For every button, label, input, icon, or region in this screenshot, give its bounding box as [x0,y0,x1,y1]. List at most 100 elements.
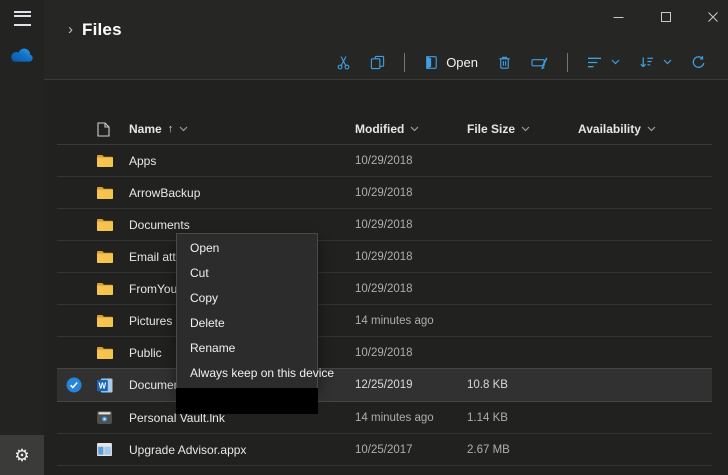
table-row[interactable]: Upgrade Advisor.appx 10/25/2017 2.67 MB [57,434,712,466]
file-name: FromYour [129,281,182,296]
window-controls [595,6,728,28]
table-row[interactable]: Email atta 10/29/2018 [57,241,712,273]
table-body: Apps 10/29/2018 ArrowBackup 10/29/2018 D… [57,145,712,466]
refresh-button[interactable] [691,55,706,70]
folder-icon [97,145,113,176]
redacted-area [176,388,318,414]
file-name: Upgrade Advisor.appx [129,442,247,457]
file-list: Name ↑ Modified File Size Availability A… [57,114,712,466]
file-type-column-icon [97,114,110,144]
folder-icon [97,209,113,240]
sort-button[interactable] [639,55,672,69]
folder-icon [97,241,113,272]
table-row[interactable]: W Documen 12/25/2019 10.8 KB [57,368,712,402]
folder-icon [97,177,113,208]
breadcrumb-chevron-icon[interactable]: › [68,22,73,37]
cut-button[interactable] [336,55,351,70]
folder-icon [97,305,113,336]
minimize-icon [613,16,624,18]
breadcrumb: › Files [68,20,122,40]
file-modified: 10/29/2018 [355,186,413,199]
context-menu-item-copy[interactable]: Copy [177,286,317,311]
appx-icon [97,434,112,465]
folder-icon [97,273,113,304]
table-row[interactable]: Apps 10/29/2018 [57,145,712,177]
file-modified: 14 minutes ago [355,314,434,327]
file-modified: 10/29/2018 [355,346,413,359]
header-region: › Files Open [44,0,728,80]
file-size: 1.14 KB [467,411,508,424]
file-name: ArrowBackup [129,185,201,200]
copy-button[interactable] [370,55,385,70]
table-row[interactable]: Pictures 14 minutes ago [57,305,712,337]
chevron-down-icon [410,126,419,132]
column-header-file-size[interactable]: File Size [467,114,530,144]
selected-check-icon[interactable] [66,377,82,393]
file-name: Public [129,345,162,360]
open-button[interactable]: Open [424,55,478,70]
trash-icon [499,56,510,69]
hamburger-icon [13,10,31,26]
sort-icon [640,57,654,68]
context-menu-item-rename[interactable]: Rename [177,336,317,361]
gear-icon: ⚙ [14,445,30,465]
page-title: Files [82,20,122,39]
file-name: Pictures [129,313,173,328]
file-modified: 10/29/2018 [355,154,413,167]
file-modified: 10/25/2017 [355,443,413,456]
table-row[interactable]: Documents 10/29/2018 [57,209,712,241]
maximize-button[interactable] [642,6,689,28]
file-modified: 10/29/2018 [355,282,413,295]
sidebar-item-onedrive[interactable] [0,36,44,72]
folder-icon [97,337,113,368]
maximize-icon [660,12,671,22]
context-menu: Open Cut Copy Delete Rename Always keep on th… [176,233,334,389]
table-row[interactable]: Public 10/29/2018 [57,337,712,369]
context-menu-item-open[interactable]: Open [177,236,317,261]
file-modified: 10/29/2018 [355,218,413,231]
table-row[interactable]: Personal Vault.lnk 14 minutes ago 1.14 K… [57,402,712,434]
minimize-button[interactable] [595,6,642,28]
open-button-label: Open [446,54,478,70]
delete-button[interactable] [497,55,512,70]
document-icon [97,121,110,137]
file-modified: 10/29/2018 [355,250,413,263]
svg-text:W: W [99,381,107,390]
column-header-modified[interactable]: Modified [355,114,419,144]
context-menu-item-cut[interactable]: Cut [177,261,317,286]
table-row[interactable]: ArrowBackup 10/29/2018 [57,177,712,209]
file-name: Apps [129,153,157,168]
vault-icon [97,402,112,433]
file-name: Documen [129,378,181,392]
view-options-button[interactable] [587,56,620,69]
rename-button[interactable] [531,55,548,70]
chevron-down-icon [611,59,620,65]
hamburger-menu-button[interactable] [0,0,44,36]
file-modified: 12/25/2019 [355,379,413,391]
file-name: Email atta [129,249,183,264]
onedrive-cloud-icon [11,48,33,62]
open-icon [426,55,437,69]
column-header-availability[interactable]: Availability [578,114,656,144]
copy-icon [371,55,385,69]
sidebar-item-settings[interactable]: ⚙ [0,435,44,475]
file-size: 2.67 MB [467,443,510,456]
word-icon: W [97,369,113,401]
context-menu-item-always-keep-on-this-device[interactable]: Always keep on this device [177,361,334,386]
chevron-down-icon [179,126,188,132]
close-button[interactable] [689,6,728,28]
chevron-down-icon [663,59,672,65]
file-size: 10.8 KB [467,379,508,391]
nav-rail: ⚙ [0,0,44,475]
table-row[interactable]: FromYour 10/29/2018 [57,273,712,305]
column-header-name[interactable]: Name ↑ [129,114,188,144]
table-header: Name ↑ Modified File Size Availability [57,114,712,145]
file-modified: 14 minutes ago [355,411,434,424]
onedrive-window: ⚙ › Files Open Name ↑ Modified File Size… [0,0,728,475]
chevron-down-icon [647,126,656,132]
toolbar-separator [404,52,406,72]
cut-icon [337,55,350,69]
toolbar-separator [567,52,568,72]
context-menu-item-delete[interactable]: Delete [177,311,317,336]
rename-icon [531,57,548,69]
